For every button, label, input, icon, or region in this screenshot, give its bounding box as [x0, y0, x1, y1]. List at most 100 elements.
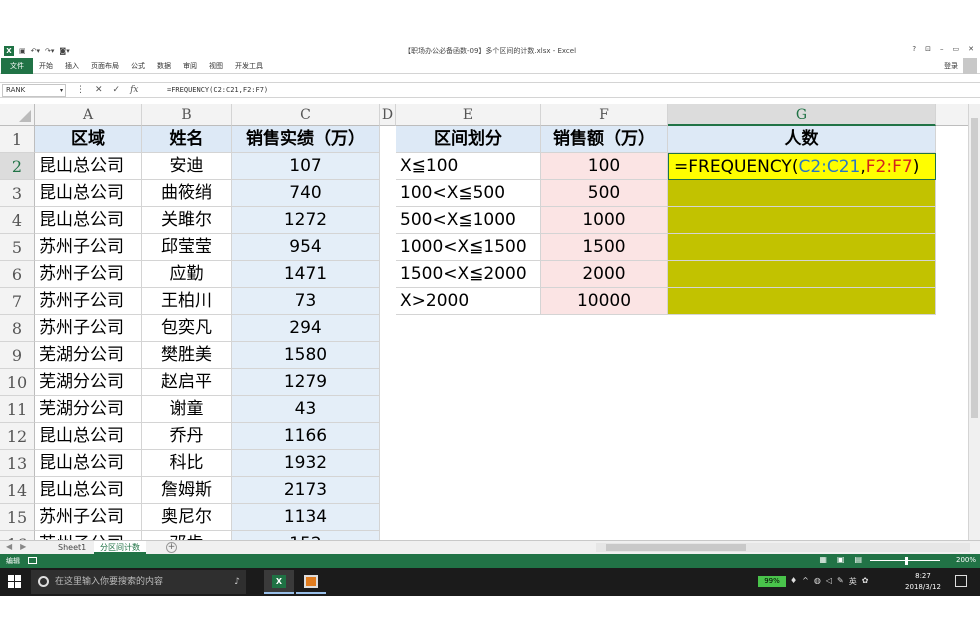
mic-icon[interactable]: ♪ [234, 570, 240, 594]
tab-developer[interactable]: 开发工具 [229, 58, 269, 74]
header-interval[interactable]: 区间划分 [396, 126, 541, 153]
normal-view-icon[interactable]: ▦ [819, 555, 827, 564]
region-cell[interactable]: 苏州子公司 [35, 531, 142, 540]
interval-label-cell[interactable]: 1500<X≦2000 [396, 261, 541, 288]
sign-in-link[interactable]: 登录 [944, 61, 958, 71]
notification-icon[interactable] [955, 575, 967, 587]
row-header-6[interactable]: 6 [0, 261, 35, 288]
region-cell[interactable]: 芜湖分公司 [35, 369, 142, 396]
row-header-12[interactable]: 12 [0, 423, 35, 450]
name-cell[interactable]: 赵启平 [142, 369, 232, 396]
region-cell[interactable]: 苏州子公司 [35, 261, 142, 288]
page-layout-view-icon[interactable]: ▣ [837, 555, 845, 564]
row-header-8[interactable]: 8 [0, 315, 35, 342]
name-cell[interactable]: 樊胜美 [142, 342, 232, 369]
sales-cell[interactable]: 73 [232, 288, 380, 315]
horizontal-scrollbar[interactable] [596, 543, 970, 552]
name-cell[interactable]: 包奕凡 [142, 315, 232, 342]
row-header-11[interactable]: 11 [0, 396, 35, 423]
interval-bound-cell[interactable]: 2000 [541, 261, 668, 288]
region-cell[interactable]: 昆山总公司 [35, 207, 142, 234]
sheet-tab-sheet1[interactable]: Sheet1 [52, 541, 92, 554]
count-result-cell[interactable] [668, 234, 936, 261]
sales-cell[interactable]: 1134 [232, 504, 380, 531]
hscroll-thumb[interactable] [606, 544, 746, 551]
cancel-icon[interactable]: ✕ [95, 84, 103, 97]
tab-insert[interactable]: 插入 [59, 58, 85, 74]
help-button[interactable]: ? [912, 45, 916, 53]
region-cell[interactable]: 苏州子公司 [35, 315, 142, 342]
taskbar-search[interactable]: 在这里输入你要搜索的内容 ♪ [31, 570, 246, 594]
region-cell[interactable]: 苏州子公司 [35, 288, 142, 315]
sales-cell[interactable]: 1166 [232, 423, 380, 450]
row-header-14[interactable]: 14 [0, 477, 35, 504]
header-sales[interactable]: 销售实绩（万） [232, 126, 380, 153]
name-cell[interactable]: 詹姆斯 [142, 477, 232, 504]
row-header-1[interactable]: 1 [0, 126, 35, 153]
network-icon[interactable]: ◍ [814, 576, 821, 587]
column-header-c[interactable]: C [232, 104, 380, 126]
interval-bound-cell[interactable]: 10000 [541, 288, 668, 315]
prev-sheet-icon[interactable]: ◀ [6, 542, 12, 551]
name-cell[interactable]: 应勤 [142, 261, 232, 288]
scroll-thumb[interactable] [971, 118, 978, 418]
column-header-e[interactable]: E [396, 104, 541, 126]
mic-tray-icon[interactable]: ♦ [790, 576, 797, 587]
header-region[interactable]: 区域 [35, 126, 142, 153]
region-cell[interactable]: 昆山总公司 [35, 180, 142, 207]
name-cell[interactable]: 奥尼尔 [142, 504, 232, 531]
pen-icon[interactable]: ✎ [837, 576, 844, 587]
header-name[interactable]: 姓名 [142, 126, 232, 153]
name-cell[interactable]: 安迪 [142, 153, 232, 180]
name-box[interactable]: RANK ▾ [2, 84, 66, 97]
battery-indicator[interactable]: 99% [758, 576, 786, 587]
region-cell[interactable]: 昆山总公司 [35, 423, 142, 450]
column-header-a[interactable]: A [35, 104, 142, 126]
zoom-level[interactable]: 200% [956, 556, 976, 564]
taskbar-recorder-app[interactable] [296, 570, 326, 594]
macro-record-icon[interactable] [28, 557, 37, 564]
sales-cell[interactable]: 2173 [232, 477, 380, 504]
region-cell[interactable]: 昆山总公司 [35, 450, 142, 477]
clock[interactable]: 8:27 2018/3/12 [900, 571, 946, 593]
sales-cell[interactable]: 1279 [232, 369, 380, 396]
sheet-tab-interval-count[interactable]: 分区间计数 [94, 541, 146, 554]
region-cell[interactable]: 芜湖分公司 [35, 396, 142, 423]
row-header-2[interactable]: 2 [0, 153, 35, 180]
tab-formulas[interactable]: 公式 [125, 58, 151, 74]
name-cell[interactable]: 关雎尔 [142, 207, 232, 234]
tab-review[interactable]: 审阅 [177, 58, 203, 74]
ribbon-display-button[interactable]: ⊡ [925, 45, 931, 53]
sales-cell[interactable]: 43 [232, 396, 380, 423]
row-header-15[interactable]: 15 [0, 504, 35, 531]
interval-bound-cell[interactable]: 1500 [541, 234, 668, 261]
tab-home[interactable]: 开始 [33, 58, 59, 74]
chevron-down-icon[interactable]: ▾ [60, 85, 63, 96]
row-header-5[interactable]: 5 [0, 234, 35, 261]
sales-cell[interactable]: 740 [232, 180, 380, 207]
name-cell[interactable]: 邱莹莹 [142, 234, 232, 261]
sales-cell[interactable]: 1932 [232, 450, 380, 477]
name-cell[interactable]: 王柏川 [142, 288, 232, 315]
sales-cell[interactable]: 1272 [232, 207, 380, 234]
row-header-4[interactable]: 4 [0, 207, 35, 234]
close-button[interactable]: ✕ [968, 45, 974, 53]
row-header-9[interactable]: 9 [0, 342, 35, 369]
sales-cell[interactable]: 1580 [232, 342, 380, 369]
name-cell[interactable]: 邓肯 [142, 531, 232, 540]
interval-label-cell[interactable]: 1000<X≦1500 [396, 234, 541, 261]
count-result-cell[interactable] [668, 180, 936, 207]
avatar[interactable] [963, 58, 977, 74]
next-sheet-icon[interactable]: ▶ [20, 542, 26, 551]
column-header-b[interactable]: B [142, 104, 232, 126]
interval-bound-cell[interactable]: 1000 [541, 207, 668, 234]
add-sheet-icon[interactable]: + [166, 542, 177, 553]
insert-function-icon[interactable]: fx [130, 84, 138, 97]
region-cell[interactable]: 芜湖分公司 [35, 342, 142, 369]
name-cell[interactable]: 谢童 [142, 396, 232, 423]
tab-file[interactable]: 文件 [1, 58, 33, 74]
ime-indicator[interactable]: 英 [849, 576, 857, 587]
column-header-d[interactable]: D [380, 104, 396, 126]
count-result-cell[interactable] [668, 288, 936, 315]
sales-cell[interactable]: 954 [232, 234, 380, 261]
